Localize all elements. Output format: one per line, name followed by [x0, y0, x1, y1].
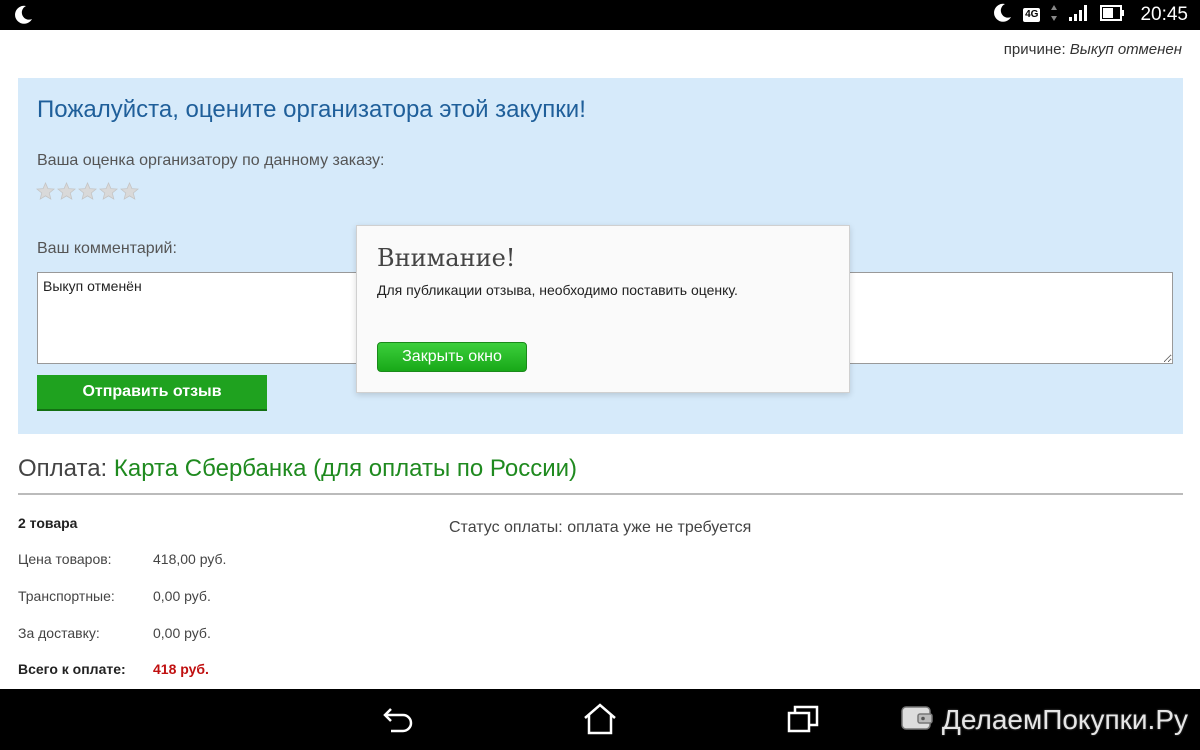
- recent-apps-icon[interactable]: [785, 703, 821, 735]
- star-icon[interactable]: [99, 182, 118, 201]
- status-bar: 4G 20:45: [0, 0, 1200, 30]
- do-not-disturb-icon: [991, 2, 1013, 29]
- comment-label: Ваш комментарий:: [37, 240, 177, 257]
- items-count: 2 товара: [18, 515, 78, 531]
- close-modal-button[interactable]: Закрыть окно: [377, 342, 527, 372]
- cancel-reason-label: причине:: [1003, 41, 1066, 58]
- modal-title: Внимание!: [377, 244, 516, 272]
- watermark-text: ДелаемПокупки.Ру: [941, 703, 1188, 735]
- network-type-badge: 4G: [1023, 8, 1041, 22]
- transport-label: Транспортные:: [18, 588, 115, 604]
- back-icon[interactable]: [381, 703, 417, 735]
- navigation-bar: ДелаемПокупки.Ру: [0, 689, 1200, 750]
- star-rating[interactable]: [36, 182, 139, 201]
- signal-icon: [1068, 4, 1090, 27]
- total-value: 418 руб.: [153, 661, 209, 677]
- site-watermark: ДелаемПокупки.Ру: [900, 703, 1188, 736]
- submit-review-button[interactable]: Отправить отзыв: [37, 375, 267, 411]
- cancel-reason-value: Выкуп отменен: [1069, 41, 1182, 58]
- payment-status: Статус оплаты: оплата уже не требуется: [449, 519, 752, 536]
- star-icon[interactable]: [36, 182, 55, 201]
- attention-modal: Внимание! Для публикации отзыва, необход…: [356, 225, 850, 393]
- cancel-reason: причине: Выкуп отменен: [1004, 41, 1182, 58]
- payment-title: Оплата: Карта Сбербанка (для оплаты по Р…: [18, 455, 1183, 495]
- payment-section: Оплата: Карта Сбербанка (для оплаты по Р…: [18, 455, 1183, 677]
- wallet-icon: [900, 703, 934, 736]
- payment-title-prefix: Оплата:: [18, 455, 108, 482]
- star-icon[interactable]: [120, 182, 139, 201]
- total-label: Всего к оплате:: [18, 661, 126, 677]
- rating-panel-title: Пожалуйста, оцените организатора этой за…: [37, 96, 586, 123]
- price-label: Цена товаров:: [18, 551, 112, 567]
- modal-message: Для публикации отзыва, необходимо постав…: [377, 282, 738, 298]
- moon-icon: [12, 4, 34, 31]
- payment-method: Карта Сбербанка (для оплаты по России): [113, 455, 577, 482]
- star-icon[interactable]: [78, 182, 97, 201]
- web-page: причине: Выкуп отменен Пожалуйста, оцени…: [0, 30, 1200, 689]
- clock: 20:45: [1140, 4, 1188, 25]
- transport-value: 0,00 руб.: [153, 588, 211, 604]
- rating-label: Ваша оценка организатору по данному зака…: [37, 152, 385, 169]
- data-arrows-icon: [1050, 4, 1058, 27]
- price-value: 418,00 руб.: [153, 551, 227, 567]
- delivery-value: 0,00 руб.: [153, 625, 211, 641]
- home-icon[interactable]: [582, 703, 618, 735]
- battery-icon: [1100, 4, 1126, 27]
- star-icon[interactable]: [57, 182, 76, 201]
- delivery-label: За доставку:: [18, 625, 100, 641]
